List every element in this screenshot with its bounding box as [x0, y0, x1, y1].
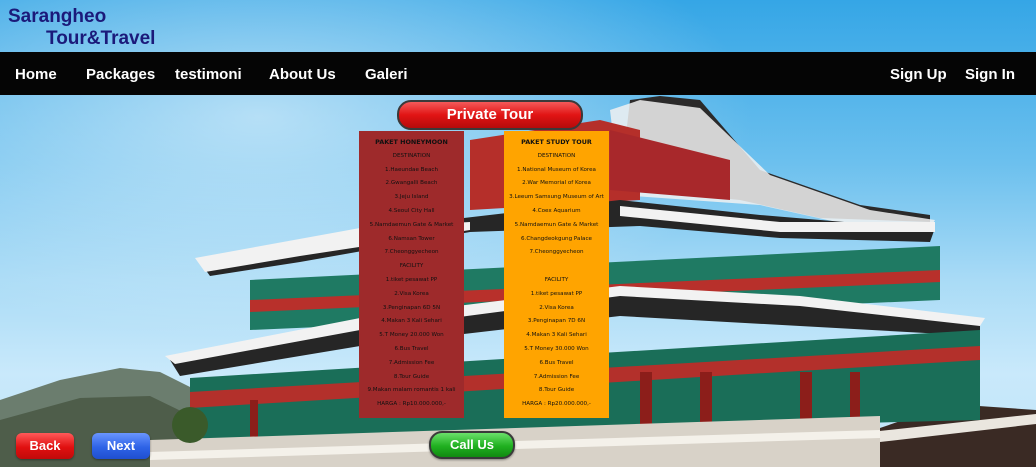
nav-testimoni-link[interactable]: testimoni — [175, 66, 242, 83]
honeymoon-destination-item: 4.Seoul City Hall — [388, 207, 435, 214]
study-facility-item: 1.tiket pesawat PP — [530, 290, 583, 297]
study-destination-item: 7.Cheonggyecheon — [529, 249, 584, 256]
honeymoon-destination-item: 2.Gwangalli Beach — [385, 180, 438, 187]
honeymoon-facility-item: 6.Bus Travel — [394, 345, 429, 352]
study-facility-heading: FACILITY — [544, 276, 569, 283]
nav-signin-link[interactable]: Sign In — [965, 66, 1015, 83]
study-facility-item: 3.Penginapan 7D 6N — [527, 318, 586, 325]
study-destination-item: 3.Leeum Samsung Museum of Art — [509, 194, 604, 201]
nav-packages-link[interactable]: Packages — [86, 66, 155, 83]
honeymoon-destination-item: 3.Jeju Island — [394, 194, 429, 201]
study-price: HARGA : Rp20.000.000,- — [522, 401, 591, 408]
honeymoon-destination-item: 7.Cheonggyecheon — [384, 249, 439, 256]
honeymoon-facility-item: 9.Makan malam romantis 1 kali — [367, 387, 456, 394]
honeymoon-package-card: PAKET HONEYMOON DESTINATION 1.Haeundae B… — [359, 131, 464, 418]
honeymoon-facility-item: 1.tiket pesawat PP — [385, 276, 438, 283]
honeymoon-title: PAKET HONEYMOON — [375, 138, 448, 146]
study-facility-item: 7.Admission Fee — [533, 373, 580, 380]
brand-line-1: Sarangheo — [8, 6, 107, 27]
study-destination-item: 1.National Museum of Korea — [517, 166, 596, 173]
honeymoon-facility-item: 7.Admission Fee — [388, 359, 435, 366]
honeymoon-price: HARGA : Rp10.000.000,- — [377, 401, 446, 408]
study-tour-package-card: PAKET STUDY TOUR DESTINATION 1.National … — [504, 131, 609, 418]
study-destination-item: 6.Changdeokgung Palace — [521, 235, 592, 242]
honeymoon-destination-heading: DESTINATION — [392, 152, 431, 159]
site-logo[interactable]: Sarangheo Tour&Travel — [8, 6, 155, 50]
honeymoon-destination-item: 6.Namsan Tower — [388, 235, 435, 242]
honeymoon-facility-item: 8.Tour Guide — [393, 373, 430, 380]
nav-galeri-link[interactable]: Galeri — [365, 66, 408, 83]
back-button[interactable]: Back — [16, 433, 74, 459]
study-destination-item: 2.War Memorial of Korea — [522, 180, 591, 187]
private-tour-button[interactable]: Private Tour — [397, 100, 583, 130]
study-destination-item: 5.Namdaemun Gate & Market — [514, 221, 599, 228]
study-facility-item: 6.Bus Travel — [539, 359, 574, 366]
honeymoon-facility-item: 2.Visa Korea — [394, 290, 429, 297]
honeymoon-facility-item: 5.T Money 20.000 Won — [379, 332, 444, 339]
study-facility-item: 5.T Money 30.000 Won — [524, 345, 589, 352]
study-destination-item: 4.Coex Aquarium — [532, 207, 581, 214]
brand-line-2: Tour&Travel — [46, 28, 156, 49]
honeymoon-facility-heading: FACILITY — [399, 263, 424, 270]
main-navbar: Home Packages testimoni About Us Galeri … — [0, 52, 1036, 95]
study-destination-heading: DESTINATION — [537, 152, 576, 159]
nav-home-link[interactable]: Home — [15, 66, 57, 83]
study-facility-item: 4.Makan 3 Kali Sehari — [526, 332, 587, 339]
study-facility-item: 8.Tour Guide — [538, 387, 575, 394]
study-title: PAKET STUDY TOUR — [521, 138, 592, 146]
nav-signup-link[interactable]: Sign Up — [890, 66, 947, 83]
next-button[interactable]: Next — [92, 433, 150, 459]
honeymoon-facility-item: 4.Makan 3 Kali Sehari — [381, 318, 442, 325]
honeymoon-destination-item: 5.Namdaemun Gate & Market — [369, 221, 454, 228]
study-facility-item: 2.Visa Korea — [539, 304, 574, 311]
nav-about-link[interactable]: About Us — [269, 66, 336, 83]
honeymoon-destination-item: 1.Haeundae Beach — [384, 166, 439, 173]
call-us-button[interactable]: Call Us — [429, 431, 515, 459]
honeymoon-facility-item: 3.Penginapan 6D 5N — [382, 304, 441, 311]
